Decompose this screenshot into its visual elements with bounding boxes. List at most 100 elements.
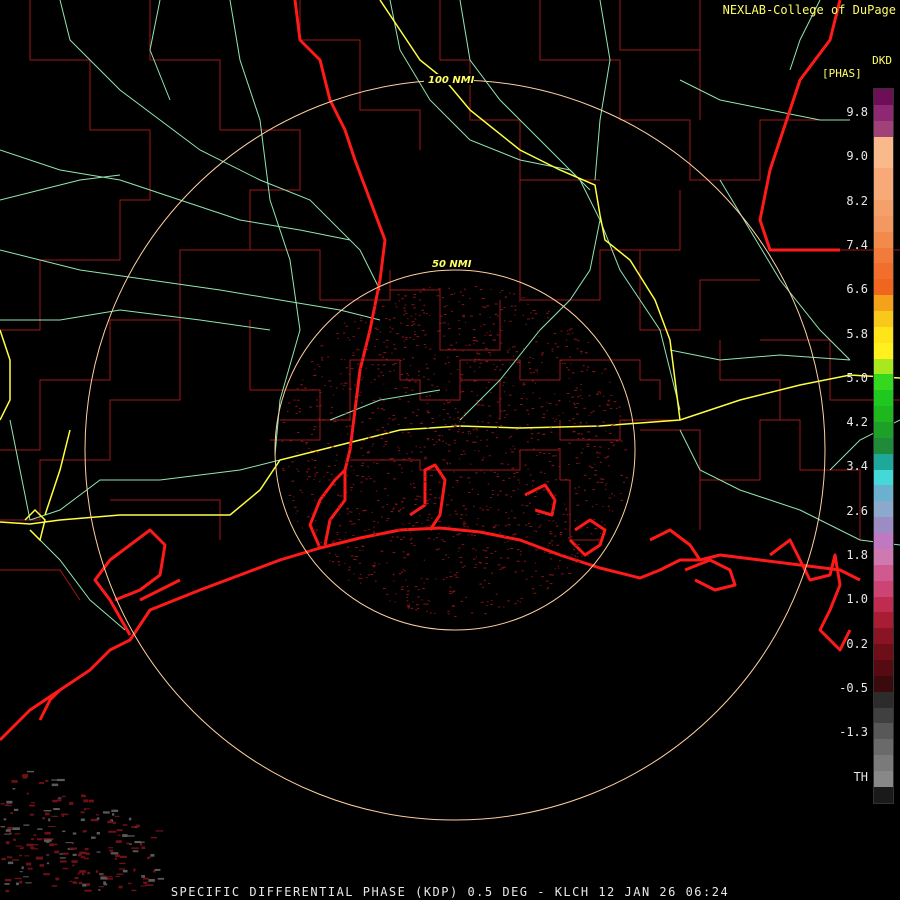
radar-gate [575, 558, 578, 560]
clutter-gate [95, 870, 99, 873]
radar-gate [374, 346, 377, 347]
radar-gate [491, 432, 494, 434]
radar-gate [574, 545, 578, 547]
radar-gate [344, 412, 347, 414]
radar-gate [340, 502, 342, 504]
clutter-gate [35, 856, 43, 860]
radar-gate [553, 332, 557, 334]
radar-gate [418, 314, 421, 316]
radar-gate [505, 296, 507, 298]
clutter-gate [129, 843, 132, 845]
radar-gate [330, 473, 333, 475]
radar-gate [455, 480, 459, 481]
radar-gate [525, 505, 529, 507]
clutter-gate [111, 809, 119, 812]
radar-gate [572, 332, 574, 334]
radar-gate [407, 401, 410, 403]
radar-gate [440, 315, 443, 317]
radar-gate [300, 384, 303, 386]
radar-gate [523, 348, 524, 349]
radar-gate [504, 417, 506, 418]
radar-gate [453, 590, 456, 592]
radar-gate [452, 536, 455, 537]
radar-gate [316, 472, 319, 474]
radar-gate [549, 531, 552, 532]
radar-gate [293, 506, 297, 508]
radar-gate [586, 443, 590, 445]
radar-gate [492, 494, 494, 495]
radar-gate [335, 460, 337, 461]
radar-gate [407, 528, 409, 530]
radar-gate [502, 479, 505, 481]
radar-gate [531, 408, 535, 409]
radar-gate [531, 480, 535, 482]
radar-gate [454, 408, 457, 410]
radar-gate [497, 473, 499, 475]
radar-gate [308, 447, 310, 449]
radar-gate [348, 425, 352, 427]
radar-gate [330, 412, 333, 414]
radar-gate [368, 476, 370, 477]
legend-swatch [874, 548, 893, 565]
radar-gate [455, 342, 458, 344]
radar-gate [525, 578, 528, 580]
radar-gate [497, 315, 499, 317]
radar-gate [359, 320, 363, 322]
radar-gate [485, 387, 488, 389]
radar-gate [486, 445, 488, 447]
radar-gate [438, 497, 441, 499]
radar-gate [382, 374, 385, 376]
radar-gate [333, 484, 337, 486]
radar-gate [449, 416, 451, 418]
radar-gate [369, 331, 373, 333]
radar-gate [504, 541, 506, 543]
radar-gate [431, 517, 433, 519]
radar-gate [604, 484, 607, 486]
radar-gate [314, 531, 317, 533]
clutter-gate [148, 856, 151, 859]
radar-gate [343, 332, 346, 334]
radar-gate [534, 313, 538, 315]
radar-gate [482, 586, 484, 588]
radar-gate [307, 516, 311, 518]
radar-gate [313, 460, 317, 461]
radar-gate [507, 548, 509, 550]
clutter-gate [12, 827, 20, 830]
radar-gate [383, 488, 387, 490]
radar-gate [344, 359, 346, 361]
radar-gate [564, 363, 566, 365]
radar-gate [444, 363, 447, 365]
radar-gate [344, 563, 346, 565]
radar-gate [478, 561, 482, 563]
radar-gate [551, 348, 554, 350]
radar-gate [423, 446, 426, 448]
clutter-gate [108, 830, 117, 833]
radar-gate [610, 425, 614, 427]
radar-gate [527, 468, 529, 470]
radar-gate [336, 494, 340, 496]
radar-gate [362, 356, 364, 358]
radar-gate [567, 555, 569, 557]
radar-gate [421, 522, 423, 524]
radar-gate [503, 307, 506, 308]
clutter-gate [3, 818, 7, 821]
clutter-gate [45, 841, 50, 843]
radar-gate [344, 538, 346, 540]
radar-gate [536, 455, 538, 457]
radar-gate [352, 535, 355, 536]
radar-gate [386, 504, 388, 505]
radar-gate [461, 543, 465, 545]
radar-gate [564, 528, 567, 530]
radar-gate [479, 366, 481, 368]
radar-gate [532, 310, 536, 311]
radar-gate [486, 605, 488, 607]
radar-gate [555, 418, 557, 420]
radar-gate [566, 567, 568, 569]
radar-gate [383, 446, 385, 447]
radar-gate [470, 534, 474, 536]
radar-gate [362, 510, 366, 512]
radar-gate [607, 505, 610, 507]
radar-gate [423, 603, 426, 605]
radar-gate [357, 394, 361, 396]
radar-gate [431, 384, 434, 386]
